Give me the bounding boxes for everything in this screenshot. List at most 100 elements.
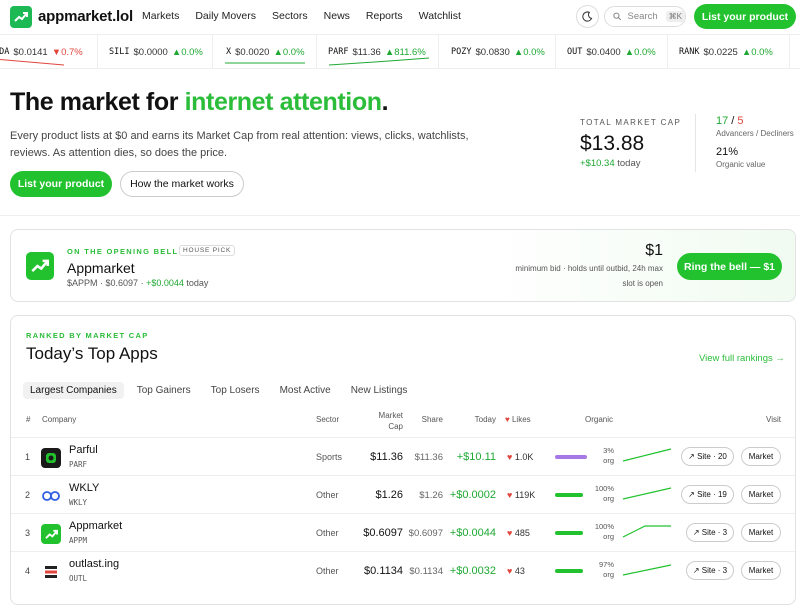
bell-company-name[interactable]: Appmarket	[67, 260, 135, 276]
table-row[interactable]: 3 Appmarket APPM Other $0.6097 $0.6097 +…	[11, 513, 795, 551]
nav-link-sectors[interactable]: Sectors	[272, 10, 308, 22]
nav-link-markets[interactable]: Markets	[142, 10, 179, 22]
nav-link-reports[interactable]: Reports	[366, 10, 403, 22]
company-ticker: PARF	[69, 460, 88, 469]
market-button[interactable]: Market	[741, 447, 781, 466]
ticker-item[interactable]: RANK $0.0225 ▲0.0%	[668, 35, 790, 69]
nav-link-news[interactable]: News	[324, 10, 350, 22]
opening-bell-card: ON THE OPENING BELL HOUSE PICK Appmarket…	[10, 229, 796, 302]
ticker-sparkline	[329, 57, 429, 66]
ticker-price: $0.0141	[13, 46, 48, 58]
header-market-cap[interactable]: Market Cap	[363, 410, 403, 432]
company-sector: Other	[316, 490, 339, 500]
hero-title-prefix: The market for	[10, 88, 185, 116]
ticker-price: $0.0830	[475, 46, 510, 58]
market-cap-change: +$10.34 today	[580, 158, 641, 169]
header-organic[interactable]: Organic	[585, 415, 613, 424]
organic-value: 100%	[594, 484, 614, 493]
how-it-works-button[interactable]: How the market works	[120, 171, 244, 197]
tab-most-active[interactable]: Most Active	[273, 382, 338, 399]
view-full-rankings-link[interactable]: View full rankings →	[699, 353, 785, 364]
bell-kicker: ON THE OPENING BELL	[67, 247, 179, 256]
market-button[interactable]: Market	[741, 561, 781, 580]
nav-link-daily-movers[interactable]: Daily Movers	[195, 10, 256, 22]
header-share[interactable]: Share	[403, 415, 443, 424]
visit-site-button[interactable]: ↗ Site · 3	[686, 561, 734, 580]
organic-bar	[555, 569, 583, 573]
advancers-decliners: 17 / 5	[716, 115, 744, 127]
search-icon	[613, 12, 622, 21]
tab-new-listings[interactable]: New Listings	[344, 382, 415, 399]
visit-site-button[interactable]: ↗ Site · 3	[686, 523, 734, 542]
organic-label: Organic value	[716, 160, 766, 169]
table-row[interactable]: 4 outlast.ing OUTL Other $0.1134 $0.1134…	[11, 551, 795, 589]
company-name[interactable]: outlast.ing	[69, 558, 119, 570]
company-sector: Sports	[316, 452, 343, 462]
company-name[interactable]: WKLY	[69, 482, 99, 494]
header-visit: Visit	[766, 415, 781, 424]
sparkline	[622, 448, 672, 462]
ring-bell-button[interactable]: Ring the bell — $1	[677, 253, 782, 280]
likes-count: 119K	[514, 490, 536, 500]
visit-site-button[interactable]: ↗ Site · 19	[681, 485, 734, 504]
header-likes[interactable]: ♥ Likes	[505, 415, 531, 424]
ticker-item[interactable]: OUT $0.0400 ▲0.0%	[556, 35, 668, 69]
company-market-cap: $0.1134	[364, 565, 403, 577]
hero-list-product-button[interactable]: List your product	[10, 171, 112, 197]
company-likes: ♥ 43	[507, 566, 525, 576]
ticker-symbol: POZY	[451, 47, 472, 57]
tab-largest-companies[interactable]: Largest Companies	[23, 382, 124, 399]
organic-unit: org	[603, 494, 614, 503]
wkly-logo-icon	[41, 486, 61, 506]
ticker-item[interactable]: QDA $0.0141 ▼0.7%	[0, 35, 98, 69]
market-button[interactable]: Market	[741, 485, 781, 504]
ticker-change: ▲0.0%	[171, 46, 203, 58]
ticker-item[interactable]: SILI $0.0000 ▲0.0%	[98, 35, 213, 69]
table-row[interactable]: 2 WKLY WKLY Other $1.26 $1.26 +$0.0002 ♥…	[11, 475, 795, 513]
ticker-symbol: RANK	[679, 47, 700, 57]
company-name[interactable]: Parful	[69, 444, 98, 456]
company-name[interactable]: Appmarket	[69, 520, 122, 532]
company-today-change: +$0.0002	[449, 489, 496, 501]
top-nav: appmarket.lol Markets Daily Movers Secto…	[0, 0, 800, 35]
company-sector: Other	[316, 566, 339, 576]
decliners-count: 5	[737, 115, 744, 127]
ticker-change: ▼0.7%	[51, 46, 83, 58]
organic-bar	[555, 493, 583, 497]
theme-toggle-button[interactable]	[576, 5, 599, 28]
tab-top-gainers[interactable]: Top Gainers	[130, 382, 198, 399]
header-sector[interactable]: Sector	[316, 415, 339, 424]
parful-logo-icon	[41, 448, 61, 468]
rankings-tabs: Largest Companies Top Gainers Top Losers…	[23, 382, 420, 399]
row-rank: 3	[25, 528, 31, 538]
sparkline	[622, 564, 672, 576]
bell-period: today	[186, 278, 209, 288]
bell-slot-status: slot is open	[622, 279, 663, 288]
nav-link-watchlist[interactable]: Watchlist	[419, 10, 461, 22]
search-input[interactable]: Search ⌘K	[604, 6, 686, 27]
table-row[interactable]: 1 Parful PARF Sports $11.36 $11.36 +$10.…	[11, 437, 795, 475]
market-button[interactable]: Market	[741, 523, 781, 542]
organic-bar	[555, 455, 587, 459]
company-sector: Other	[316, 528, 339, 538]
likes-count: 485	[514, 528, 530, 538]
ticker-item[interactable]: POZY $0.0830 ▲0.0%	[439, 35, 556, 69]
company-today-change: +$0.0044	[449, 527, 496, 539]
ticker-price: $0.0000	[133, 46, 168, 58]
header-today[interactable]: Today	[456, 415, 496, 424]
appmarket-logo-icon[interactable]	[26, 252, 54, 280]
market-cap-change-value: +$10.34	[580, 158, 615, 169]
brand-name[interactable]: appmarket.lol	[38, 8, 133, 25]
bell-bid-price: $1	[645, 242, 663, 259]
tab-top-losers[interactable]: Top Losers	[204, 382, 267, 399]
header-market-cap-line1: Market	[378, 411, 403, 420]
organic-value: 21%	[716, 146, 739, 158]
ticker-item[interactable]: X $0.0020 ▲0.0%	[213, 35, 317, 69]
visit-site-button[interactable]: ↗ Site · 20	[681, 447, 734, 466]
company-market-cap: $1.26	[375, 489, 403, 501]
list-product-button[interactable]: List your product	[694, 4, 796, 29]
ticker-symbol: QDA	[0, 47, 10, 57]
ticker-item[interactable]: PARF $11.36 ▲811.6%	[317, 35, 439, 69]
brand-logo-icon[interactable]	[10, 6, 32, 28]
organic-unit: org	[603, 532, 614, 541]
